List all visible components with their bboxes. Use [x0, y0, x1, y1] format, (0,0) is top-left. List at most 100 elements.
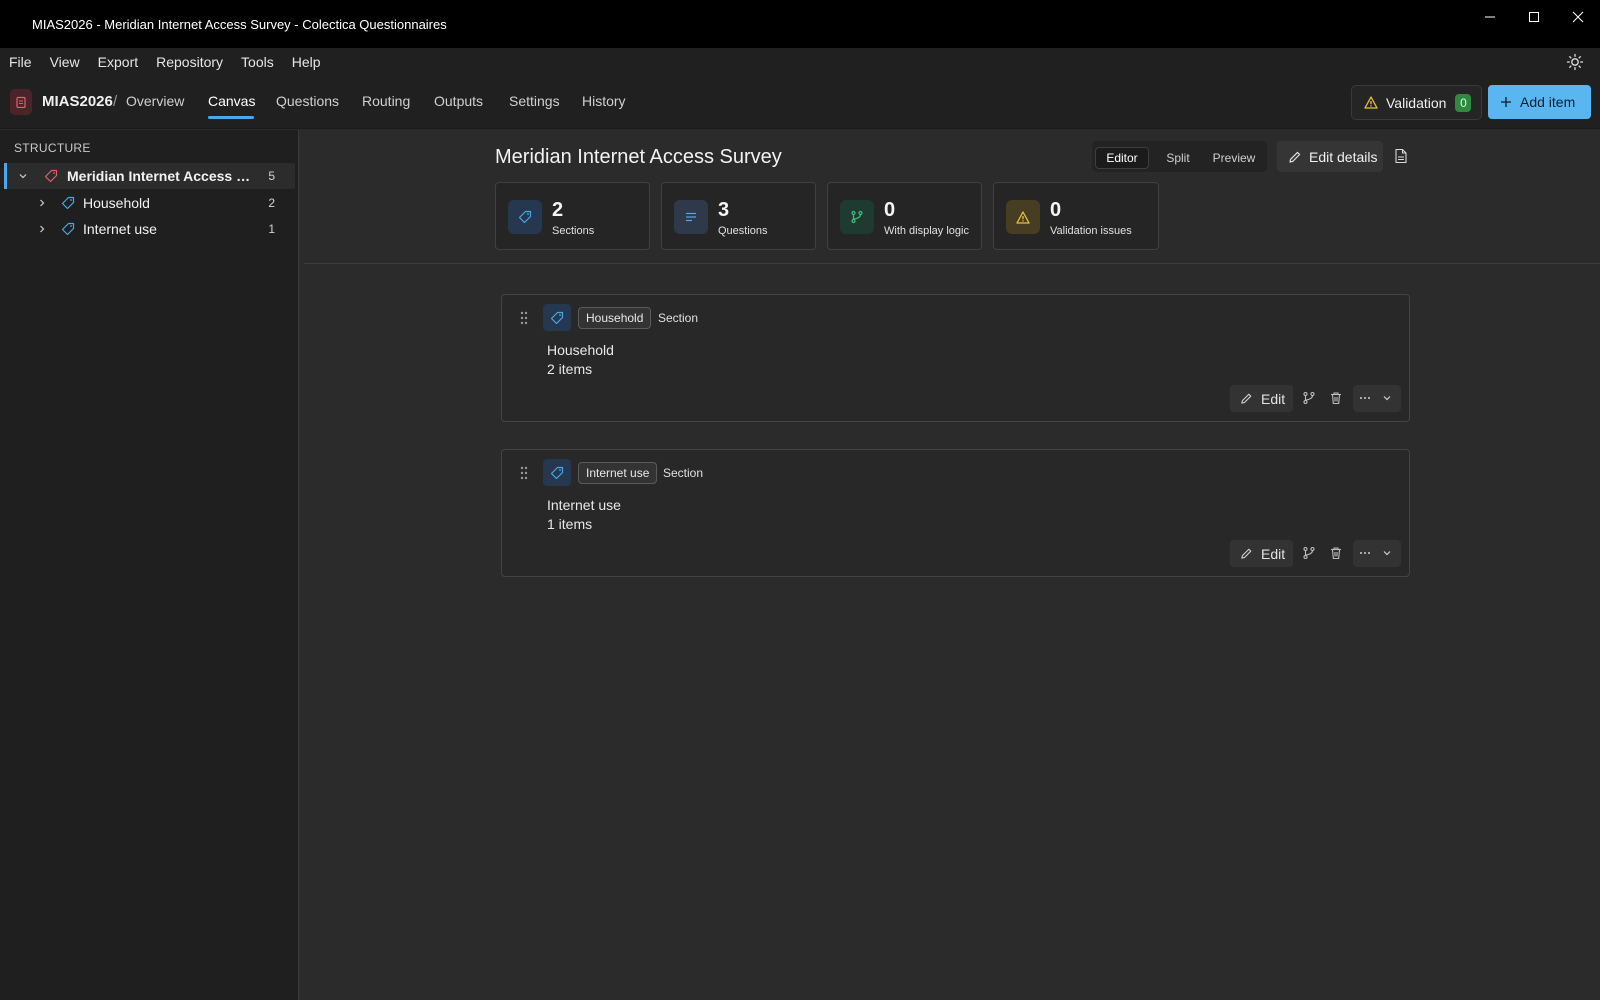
view-split[interactable]: Split: [1154, 147, 1202, 169]
chevron-down-icon[interactable]: [1382, 393, 1392, 403]
validation-button[interactable]: Validation 0: [1351, 85, 1482, 120]
tag-icon: [61, 222, 75, 236]
tree-item-label: Household: [83, 195, 150, 211]
window-title: MIAS2026 - Meridian Internet Access Surv…: [32, 16, 447, 32]
chevron-right-icon[interactable]: [37, 224, 47, 234]
branch-icon[interactable]: [1302, 546, 1316, 560]
stat-label: Validation issues: [1050, 225, 1132, 237]
canvas-main: Meridian Internet Access Survey Editor S…: [304, 130, 1600, 1000]
stat-icon: [508, 200, 542, 234]
tree-item-household[interactable]: Household 2: [4, 190, 295, 216]
structure-sidebar: STRUCTURE Meridian Internet Access Su...…: [0, 130, 299, 1000]
minimize-button[interactable]: [1468, 0, 1512, 34]
tab-canvas[interactable]: Canvas: [208, 93, 255, 109]
more-actions-group: [1353, 540, 1401, 567]
section-name-chip: Internet use: [578, 462, 658, 484]
view-mode-toggle: Editor Split Preview: [1092, 141, 1267, 172]
theme-toggle-button[interactable]: [1566, 53, 1584, 71]
section-icon: [543, 459, 571, 486]
section-name: Internet use: [547, 497, 621, 513]
add-item-button[interactable]: Add item: [1488, 85, 1591, 119]
section-type-label: Section: [658, 311, 699, 325]
chevron-right-icon[interactable]: [37, 198, 47, 208]
stat-label: Sections: [552, 225, 595, 237]
stat-card-sections: 2 Sections: [495, 182, 650, 250]
section-card-internet-use[interactable]: Internet use Section Internet use 1 item…: [501, 449, 1410, 577]
close-icon: [1572, 11, 1584, 23]
menu-tools[interactable]: Tools: [241, 54, 274, 70]
tree-item-count: 1: [268, 222, 275, 236]
project-icon: [10, 89, 32, 115]
tree-item-label: Internet use: [83, 221, 157, 237]
sidebar-title: STRUCTURE: [14, 141, 91, 155]
trash-icon[interactable]: [1329, 391, 1343, 405]
more-icon[interactable]: [1359, 392, 1371, 404]
branch-icon: [851, 210, 863, 224]
tree-item-root[interactable]: Meridian Internet Access Su... 5: [4, 163, 295, 189]
export-pdf-button[interactable]: [1393, 148, 1409, 164]
active-tab-indicator: [208, 116, 254, 119]
trash-icon[interactable]: [1329, 546, 1343, 560]
sun-icon: [1566, 53, 1584, 71]
tree-item-count: 5: [268, 169, 275, 183]
section-name: Household: [547, 342, 614, 358]
tab-overview[interactable]: Overview: [126, 93, 184, 109]
add-item-label: Add item: [1520, 94, 1576, 110]
edit-details-label: Edit details: [1309, 148, 1378, 165]
stat-label: Questions: [718, 225, 768, 237]
survey-title: Meridian Internet Access Survey: [495, 146, 782, 168]
breadcrumb-separator: /: [113, 93, 118, 110]
edit-button[interactable]: Edit: [1230, 540, 1293, 567]
stat-card-questions: 3 Questions: [661, 182, 816, 250]
menu-export[interactable]: Export: [98, 54, 138, 70]
canvas-header: Meridian Internet Access Survey Editor S…: [304, 130, 1600, 264]
menu-help[interactable]: Help: [292, 54, 321, 70]
close-window-button[interactable]: [1556, 0, 1600, 34]
tab-questions[interactable]: Questions: [276, 93, 339, 109]
more-icon[interactable]: [1359, 547, 1371, 559]
menu-view[interactable]: View: [50, 54, 80, 70]
section-card-household[interactable]: Household Section Household 2 items Edit: [501, 294, 1410, 422]
pencil-icon: [1289, 151, 1301, 163]
view-editor[interactable]: Editor: [1095, 147, 1149, 169]
section-type-label: Section: [663, 466, 704, 480]
section-name-chip: Household: [578, 307, 652, 329]
validation-label: Validation: [1386, 94, 1447, 111]
tree-item-count: 2: [268, 196, 275, 210]
chevron-down-icon[interactable]: [1382, 548, 1392, 558]
stat-icon: [674, 200, 708, 234]
edit-label: Edit: [1261, 545, 1286, 562]
warning-icon: [1364, 96, 1378, 109]
menu-repository[interactable]: Repository: [156, 54, 223, 70]
maximize-button[interactable]: [1512, 0, 1556, 34]
edit-button[interactable]: Edit: [1230, 385, 1293, 412]
stat-value: 2: [552, 199, 564, 221]
title-bar: MIAS2026 - Meridian Internet Access Surv…: [0, 0, 1600, 48]
clipboard-icon: [16, 96, 26, 108]
tab-settings[interactable]: Settings: [509, 93, 560, 109]
menu-file[interactable]: File: [9, 54, 32, 70]
view-preview[interactable]: Preview: [1205, 147, 1263, 169]
drag-handle-icon[interactable]: [519, 466, 529, 480]
warning-icon: [1016, 210, 1030, 224]
stat-card-validation: 0 Validation issues: [993, 182, 1159, 250]
branch-icon[interactable]: [1302, 391, 1316, 405]
stat-value: 0: [1050, 199, 1062, 221]
breadcrumb-project[interactable]: MIAS2026: [42, 93, 113, 110]
stat-card-display-logic: 0 With display logic: [827, 182, 982, 250]
window-controls: [1468, 0, 1600, 36]
tree-item-internet-use[interactable]: Internet use 1: [4, 216, 295, 242]
pencil-icon: [1241, 393, 1252, 404]
tab-history[interactable]: History: [582, 93, 626, 109]
edit-details-button[interactable]: Edit details: [1277, 141, 1383, 172]
tag-icon: [61, 196, 75, 210]
validation-count-badge: 0: [1455, 93, 1472, 112]
section-item-count: 1 items: [547, 516, 593, 532]
chevron-down-icon[interactable]: [18, 171, 28, 181]
drag-handle-icon[interactable]: [519, 311, 529, 325]
tab-routing[interactable]: Routing: [362, 93, 410, 109]
section-item-count: 2 items: [547, 361, 593, 377]
stat-label: With display logic: [884, 225, 969, 237]
tab-outputs[interactable]: Outputs: [434, 93, 483, 109]
more-actions-group: [1353, 385, 1401, 412]
